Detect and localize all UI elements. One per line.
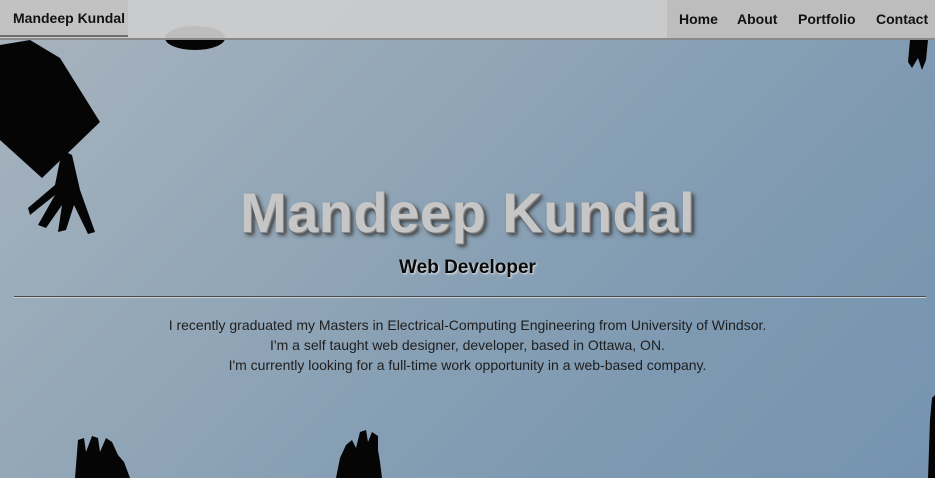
hero-name: Mandeep Kundal [239, 181, 696, 244]
nav-link-home[interactable]: Home [679, 11, 718, 27]
raised-hand-silhouette [928, 395, 935, 478]
bio-line: I'm a self taught web designer, develope… [270, 337, 665, 353]
nav-link-portfolio[interactable]: Portfolio [798, 11, 856, 27]
divider [14, 296, 926, 298]
nav-links: Home About Portfolio Contact [667, 0, 935, 38]
navbar: Mandeep Kundal Home About Portfolio Cont… [0, 0, 935, 40]
raised-hand-silhouette [336, 430, 382, 478]
bio-line: I recently graduated my Masters in Elect… [168, 317, 767, 333]
brand-link[interactable]: Mandeep Kundal [0, 0, 128, 37]
bio-line: I'm currently looking for a full-time wo… [228, 357, 707, 373]
nav-link-contact[interactable]: Contact [876, 11, 928, 27]
raised-hand-silhouette [75, 436, 130, 478]
nav-link-about[interactable]: About [737, 11, 777, 27]
hero-bio: I recently graduated my Masters in Elect… [0, 315, 935, 375]
hero-role: Web Developer [399, 257, 536, 278]
graduation-cap-silhouette [908, 40, 928, 70]
